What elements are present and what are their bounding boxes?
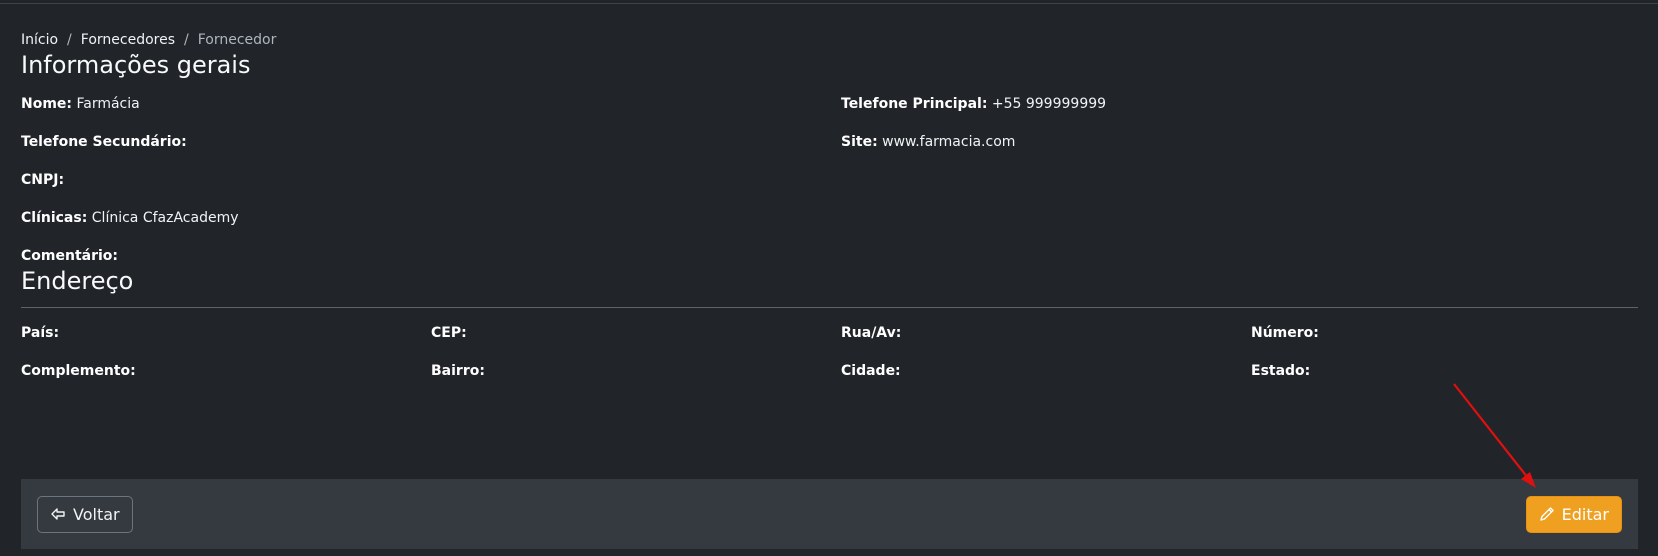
- field-estado: Estado:: [1251, 361, 1638, 381]
- field-label: Site:: [841, 134, 878, 150]
- field-complemento: Complemento:: [21, 361, 431, 381]
- field-site: Site: www.farmacia.com: [841, 132, 1638, 152]
- field-value: Farmácia: [76, 96, 140, 112]
- field-label: Telefone Principal:: [841, 96, 988, 112]
- field-telefone-principal: Telefone Principal: +55 999999999: [841, 94, 1638, 114]
- field-value: Clínica CfazAcademy: [91, 210, 239, 226]
- action-bar: Voltar Editar: [21, 479, 1638, 549]
- field-label: Rua/Av:: [841, 325, 902, 341]
- field-bairro: Bairro:: [431, 361, 841, 381]
- field-cidade: Cidade:: [841, 361, 1251, 381]
- field-value: +55 999999999: [991, 96, 1107, 112]
- general-info-grid: Nome: Farmácia Telefone Principal: +55 9…: [21, 94, 1638, 266]
- pencil-icon: [1539, 506, 1555, 522]
- address-title: Endereço: [21, 267, 134, 295]
- field-label: CNPJ:: [21, 172, 65, 188]
- field-label: País:: [21, 325, 60, 341]
- section-divider: [21, 307, 1638, 308]
- breadcrumb-link-fornecedores[interactable]: Fornecedores: [81, 30, 175, 50]
- field-label: Número:: [1251, 325, 1319, 341]
- field-label: Bairro:: [431, 363, 485, 379]
- address-grid: País: CEP: Rua/Av: Número: Complemento: …: [21, 323, 1638, 381]
- field-label: Nome:: [21, 96, 73, 112]
- arrow-left-icon: [50, 506, 66, 522]
- field-empty: [841, 208, 1638, 228]
- field-rua: Rua/Av:: [841, 323, 1251, 343]
- field-label: Estado:: [1251, 363, 1311, 379]
- edit-button-label: Editar: [1561, 504, 1609, 524]
- field-numero: Número:: [1251, 323, 1638, 343]
- field-label: Telefone Secundário:: [21, 134, 187, 150]
- breadcrumb-separator: /: [184, 32, 189, 48]
- field-clinicas: Clínicas: Clínica CfazAcademy: [21, 208, 841, 228]
- breadcrumb: Início / Fornecedores / Fornecedor: [21, 30, 1638, 50]
- breadcrumb-link-inicio[interactable]: Início: [21, 30, 58, 50]
- field-telefone-secundario: Telefone Secundário:: [21, 132, 841, 152]
- breadcrumb-current: Fornecedor: [197, 32, 277, 48]
- back-button-label: Voltar: [73, 504, 120, 524]
- edit-button[interactable]: Editar: [1525, 495, 1622, 533]
- field-label: Comentário:: [21, 248, 119, 264]
- top-border: [0, 0, 1658, 4]
- field-cep: CEP:: [431, 323, 841, 343]
- field-label: CEP:: [431, 325, 467, 341]
- field-label: Cidade:: [841, 363, 901, 379]
- general-info-title: Informações gerais: [21, 51, 251, 79]
- field-value: www.farmacia.com: [882, 134, 1016, 150]
- field-empty: [841, 170, 1638, 190]
- back-button[interactable]: Voltar: [37, 495, 133, 533]
- page-content: Início / Fornecedores / Fornecedor Infor…: [21, 30, 1638, 381]
- field-pais: País:: [21, 323, 431, 343]
- field-label: Complemento:: [21, 363, 136, 379]
- field-nome: Nome: Farmácia: [21, 94, 841, 114]
- breadcrumb-separator: /: [67, 32, 72, 48]
- field-cnpj: CNPJ:: [21, 170, 841, 190]
- field-comentario: Comentário:: [21, 246, 841, 266]
- field-label: Clínicas:: [21, 210, 88, 226]
